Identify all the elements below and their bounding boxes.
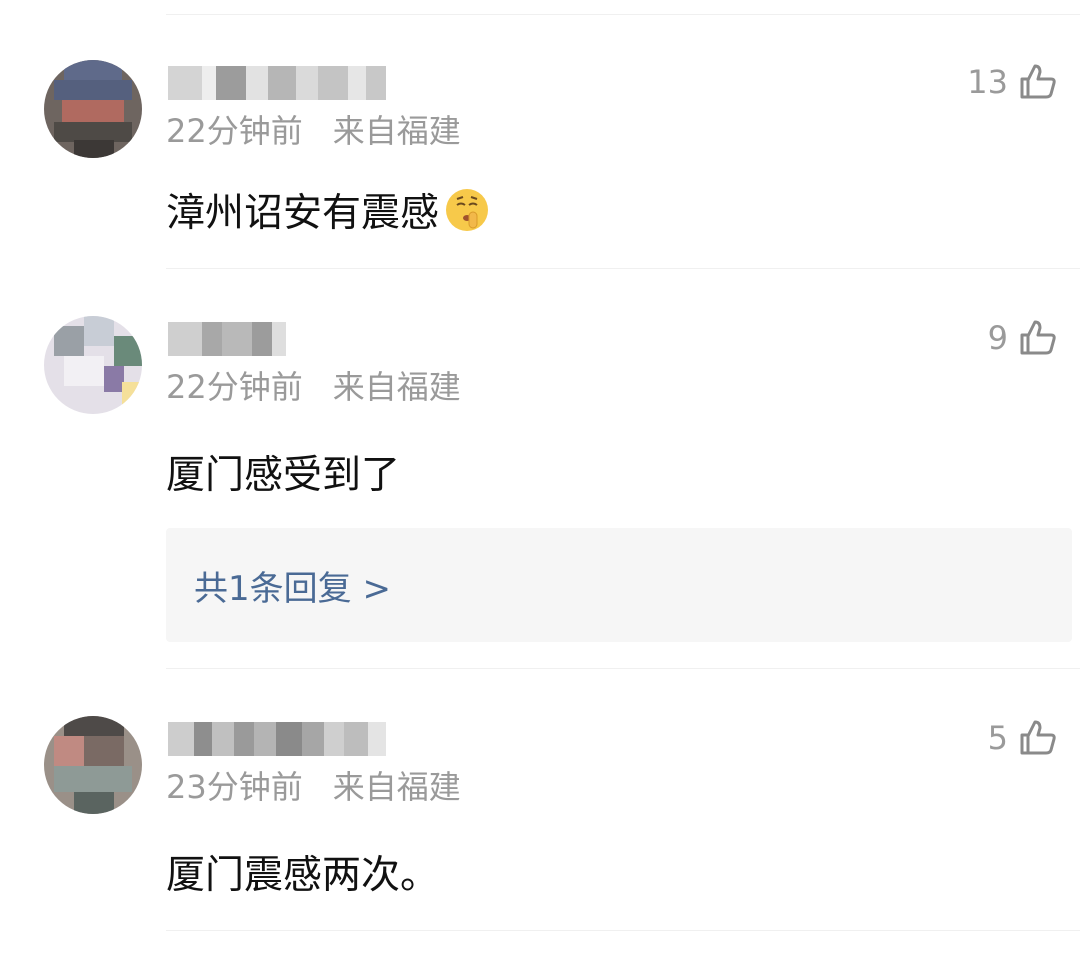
like-count: 5 xyxy=(987,719,1008,757)
comment-text: 厦门震感两次。 xyxy=(166,844,439,900)
comment-text-content: 厦门感受到了 xyxy=(166,453,401,498)
shushing-face-emoji xyxy=(446,189,489,231)
comment-meta: 23分钟前 来自福建 xyxy=(166,762,461,808)
view-replies-link[interactable]: 共1条回复 > xyxy=(194,561,391,610)
like-count: 9 xyxy=(987,319,1008,357)
divider-top xyxy=(166,14,1080,15)
like-button[interactable]: 13 xyxy=(967,62,1058,102)
comment-location: 来自福建 xyxy=(332,368,461,406)
comment-meta: 22分钟前 来自福建 xyxy=(166,362,461,408)
username-blurred[interactable] xyxy=(168,322,286,356)
username-blurred[interactable] xyxy=(168,66,386,100)
comment-text-content: 厦门震感两次。 xyxy=(166,853,440,898)
divider xyxy=(166,268,1080,269)
comment-location: 来自福建 xyxy=(332,768,461,806)
comment-time: 22分钟前 xyxy=(166,368,303,406)
divider xyxy=(166,930,1080,931)
reply-summary[interactable]: 共1条回复 > xyxy=(166,528,1072,642)
comment-text: 厦门感受到了 xyxy=(166,444,400,500)
comment-time: 22分钟前 xyxy=(166,112,303,150)
comment-text: 漳州诏安有震感 xyxy=(166,182,491,238)
divider xyxy=(166,668,1080,669)
like-button[interactable]: 5 xyxy=(988,718,1058,758)
comment-location: 来自福建 xyxy=(332,112,461,150)
avatar[interactable] xyxy=(44,316,142,414)
avatar[interactable] xyxy=(44,716,142,814)
username-blurred[interactable] xyxy=(168,722,386,756)
avatar[interactable] xyxy=(44,60,142,158)
thumbs-up-icon[interactable] xyxy=(1018,62,1058,102)
comment-meta: 22分钟前 来自福建 xyxy=(166,106,461,152)
like-count: 13 xyxy=(967,63,1008,101)
thumbs-up-icon[interactable] xyxy=(1018,718,1058,758)
comment-time: 23分钟前 xyxy=(166,768,303,806)
comment-text-content: 漳州诏安有震感 xyxy=(166,191,440,236)
thumbs-up-icon[interactable] xyxy=(1018,318,1058,358)
like-button[interactable]: 9 xyxy=(988,318,1058,358)
